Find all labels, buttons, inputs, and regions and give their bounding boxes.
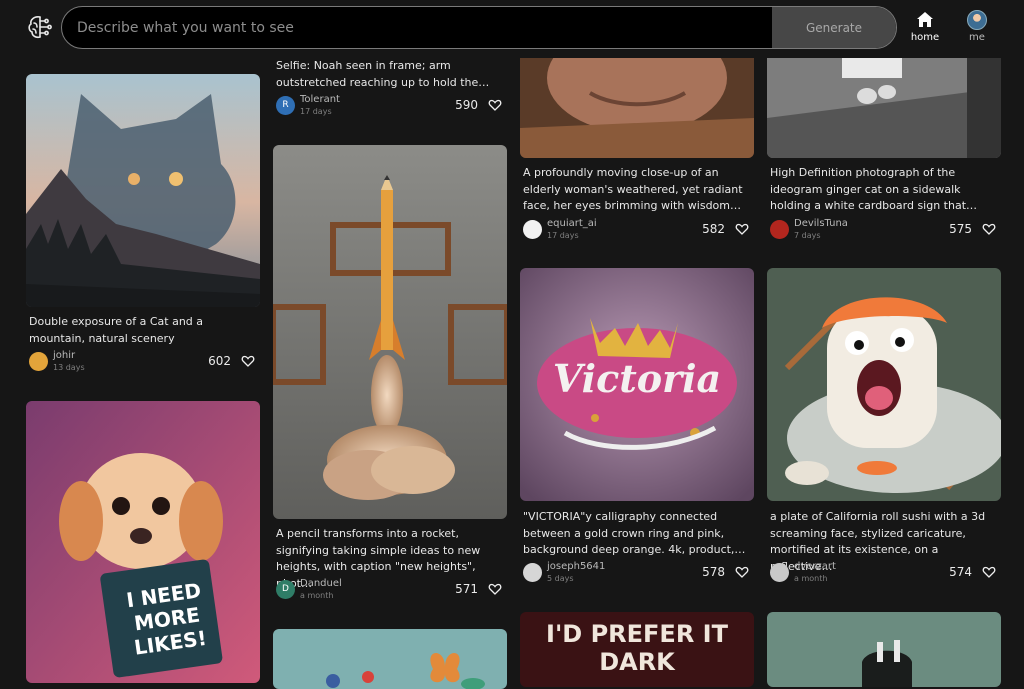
card-caption: "VICTORIA"y calligraphy connected betwee… xyxy=(523,510,746,556)
author-name[interactable]: johir xyxy=(53,350,75,361)
like-count: 578 xyxy=(702,565,725,579)
nav-me[interactable]: me xyxy=(955,10,999,43)
post-age: 17 days xyxy=(300,107,332,116)
nav-home-label: home xyxy=(910,32,940,43)
card-meta: DevilsTuna 7 days 575 xyxy=(770,218,998,246)
heart-icon[interactable] xyxy=(735,565,749,579)
card-meta: dverzart a month 574 xyxy=(770,561,998,589)
author-name[interactable]: equiart_ai xyxy=(547,218,597,229)
author-name[interactable]: DevilsTuna xyxy=(794,218,848,229)
like-count: 571 xyxy=(455,582,478,596)
brain-logo-icon[interactable] xyxy=(26,13,54,41)
post-age: a month xyxy=(300,591,334,600)
heart-icon[interactable] xyxy=(982,565,996,579)
author-name[interactable]: joseph5641 xyxy=(547,561,605,572)
user-avatar xyxy=(967,10,987,30)
post-age: a month xyxy=(794,574,828,583)
like-count: 574 xyxy=(949,565,972,579)
card-image[interactable]: Victoria xyxy=(520,268,754,501)
heart-icon[interactable] xyxy=(982,222,996,236)
author-name[interactable]: Danduel xyxy=(300,578,342,589)
like-count: 582 xyxy=(702,222,725,236)
card-caption: High Definition photograph of the ideogr… xyxy=(770,166,978,212)
card-image[interactable]: I NEED MORE LIKES! xyxy=(26,401,260,683)
prompt-bar: Generate xyxy=(61,6,897,49)
home-icon xyxy=(917,12,933,27)
like-count: 602 xyxy=(208,354,231,368)
post-age: 13 days xyxy=(53,363,85,372)
heart-icon[interactable] xyxy=(488,582,502,596)
like-count: 590 xyxy=(455,98,478,112)
card-meta: equiart_ai 17 days 582 xyxy=(523,218,751,246)
card-caption: Double exposure of a Cat and a mountain,… xyxy=(29,315,204,345)
generate-button[interactable]: Generate xyxy=(772,7,896,48)
heart-icon[interactable] xyxy=(735,222,749,236)
card-image[interactable] xyxy=(26,74,260,307)
sign-text: I NEED MORE LIKES! xyxy=(124,578,209,660)
art-word: Victoria xyxy=(552,356,722,401)
author-avatar[interactable] xyxy=(523,220,542,239)
heart-icon[interactable] xyxy=(241,354,255,368)
post-age: 7 days xyxy=(794,231,821,240)
author-avatar[interactable] xyxy=(770,563,789,582)
post-age: 5 days xyxy=(547,574,574,583)
card-image[interactable] xyxy=(273,145,507,519)
author-avatar[interactable] xyxy=(770,220,789,239)
card-meta: R Tolerant 17 days 590 xyxy=(276,94,504,122)
author-name[interactable]: dverzart xyxy=(794,561,836,572)
heart-icon[interactable] xyxy=(488,98,502,112)
card-image[interactable] xyxy=(767,612,1001,687)
author-avatar[interactable]: D xyxy=(276,580,295,599)
card-caption: A profoundly moving close-up of an elder… xyxy=(523,166,743,212)
card-meta: johir 13 days 602 xyxy=(29,350,257,378)
card-image[interactable]: I'D PREFER IT DARK xyxy=(520,612,754,687)
card-meta: D Danduel a month 571 xyxy=(276,578,504,606)
card-image[interactable] xyxy=(520,48,754,158)
post-age: 17 days xyxy=(547,231,579,240)
author-avatar[interactable]: R xyxy=(276,96,295,115)
card-caption: Selfie: Noah seen in frame; arm outstret… xyxy=(276,59,490,89)
card-image[interactable] xyxy=(767,48,1001,158)
top-bar: Generate home me xyxy=(0,0,1024,58)
nav-home[interactable]: home xyxy=(903,10,947,43)
sign-text: I'D PREFER IT DARK xyxy=(546,620,728,676)
author-avatar[interactable] xyxy=(29,352,48,371)
author-avatar[interactable] xyxy=(523,563,542,582)
card-image[interactable] xyxy=(273,629,507,689)
nav-me-label: me xyxy=(969,32,985,43)
card-image[interactable] xyxy=(767,268,1001,501)
like-count: 575 xyxy=(949,222,972,236)
card-meta: joseph5641 5 days 578 xyxy=(523,561,751,589)
prompt-input[interactable] xyxy=(62,7,774,48)
author-name[interactable]: Tolerant xyxy=(300,94,340,105)
